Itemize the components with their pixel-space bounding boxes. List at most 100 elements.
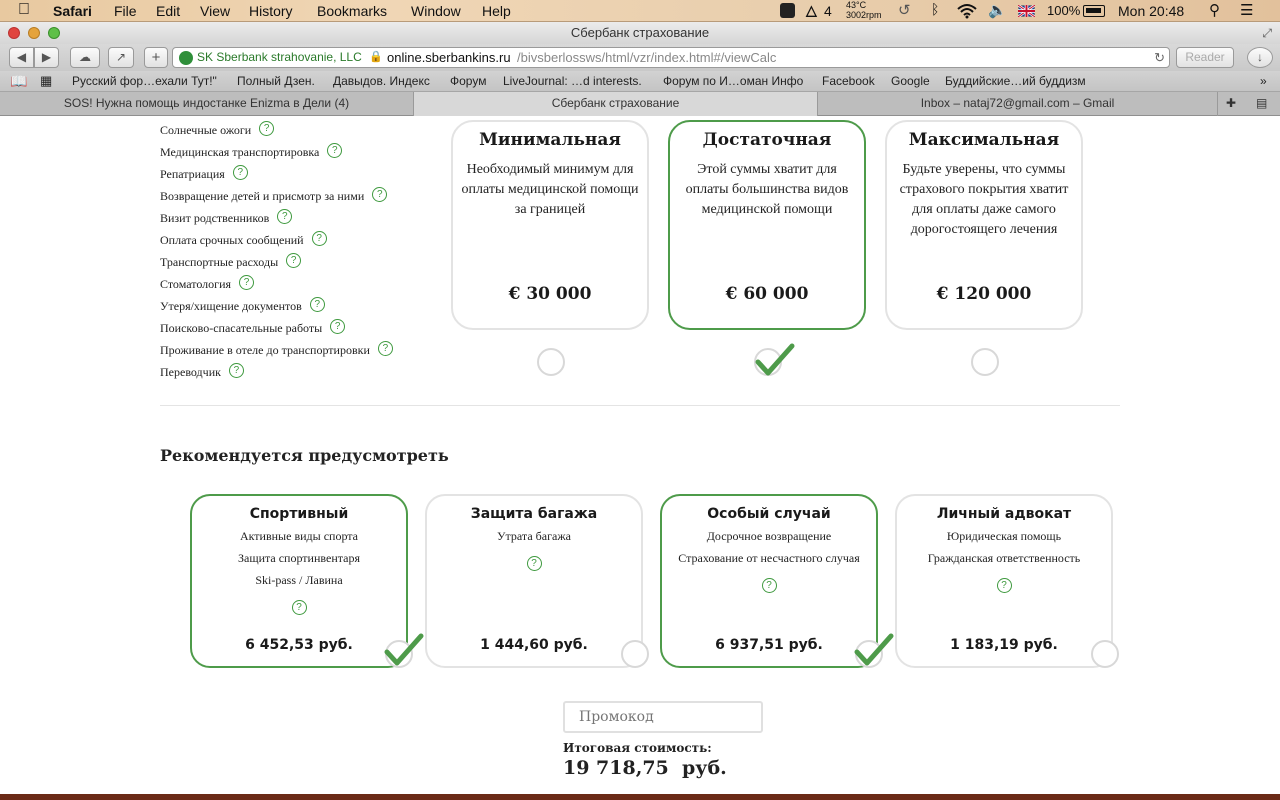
fullscreen-icon[interactable]: ⤢ — [1262, 22, 1272, 44]
time-machine-icon[interactable]: ↺ — [898, 1, 911, 19]
menu-edit[interactable]: Edit — [156, 3, 180, 19]
help-icon[interactable]: ? — [330, 319, 346, 334]
bookmark-item[interactable]: Буддийские…ий буддизм — [945, 71, 1086, 91]
tab-bar: SOS! Нужна помощь индостанке Enizma в Де… — [0, 92, 1280, 116]
cpu-temperature: 43°C — [846, 0, 867, 10]
total-value: 19 718,75 руб. — [563, 757, 727, 779]
bookmark-item[interactable]: Форум — [450, 71, 486, 91]
coverage-item: Переводчик? — [160, 363, 244, 380]
battery-icon[interactable] — [1083, 5, 1105, 17]
plan-description: Этой суммы хватит для оплаты большинства… — [685, 162, 849, 217]
menu-help[interactable]: Help — [482, 3, 511, 19]
top-sites-icon[interactable]: ▦ — [40, 71, 52, 91]
reader-button[interactable]: Reader — [1176, 47, 1234, 68]
help-icon[interactable]: ? — [291, 600, 307, 615]
bookmark-item[interactable]: Google — [891, 71, 930, 91]
help-icon[interactable]: ? — [259, 121, 275, 136]
menubar-clock[interactable]: Mon 20:48 — [1118, 3, 1184, 19]
plan-radio-minimal[interactable] — [537, 348, 565, 376]
help-icon[interactable]: ? — [239, 275, 255, 290]
option-card-special-case[interactable]: Особый случай Досрочное возвращение Стра… — [660, 494, 878, 668]
minimize-window-button[interactable] — [28, 27, 40, 39]
plan-card-maximal[interactable]: Максимальная Будьте уверены, что суммы с… — [885, 120, 1083, 330]
tab-overview-icon[interactable]: ▤ — [1256, 92, 1267, 115]
plan-card-minimal[interactable]: Минимальная Необходимый минимум для опла… — [451, 120, 649, 330]
bookmark-item[interactable]: Полный Дзен. — [237, 71, 315, 91]
notification-center-icon[interactable]: ☰ — [1240, 1, 1253, 19]
tab-gmail[interactable]: Inbox – nataj72@gmail.com – Gmail — [818, 92, 1218, 116]
battery-percent: 100% — [1047, 3, 1081, 18]
page-content: Солнечные ожоги? Медицинская транспортир… — [0, 116, 1280, 794]
tab-sberbank[interactable]: Сбербанк страхование — [414, 92, 818, 116]
option-card-lawyer[interactable]: Личный адвокат Юридическая помощь Гражда… — [895, 494, 1113, 668]
menu-view[interactable]: View — [200, 3, 230, 19]
help-icon[interactable]: ? — [372, 187, 388, 202]
help-icon[interactable]: ? — [526, 556, 542, 571]
wifi-icon[interactable] — [956, 3, 978, 19]
reload-icon[interactable]: ↻ — [1154, 48, 1165, 67]
bookmark-item[interactable]: Форум по И…оман Инфо — [663, 71, 803, 91]
plan-card-sufficient[interactable]: Достаточная Этой суммы хватит для оплаты… — [668, 120, 866, 330]
adobe-icon[interactable]: △ — [806, 2, 817, 19]
zoom-window-button[interactable] — [48, 27, 60, 39]
desktop-bottom-strip — [0, 794, 1280, 800]
help-icon[interactable]: ? — [327, 143, 343, 158]
help-icon[interactable]: ? — [286, 253, 302, 268]
help-icon[interactable]: ? — [277, 209, 293, 224]
help-icon[interactable]: ? — [377, 341, 393, 356]
option-price: 6 452,53 руб. — [245, 637, 353, 653]
menu-window[interactable]: Window — [411, 3, 461, 19]
help-icon[interactable]: ? — [761, 578, 777, 593]
option-card-sport[interactable]: Спортивный Активные виды спорта Защита с… — [190, 494, 408, 668]
help-icon[interactable]: ? — [996, 578, 1012, 593]
coverage-item: Солнечные ожоги? — [160, 121, 275, 138]
apple-icon[interactable]:  — [18, 1, 30, 19]
forward-button[interactable]: ▶ — [34, 47, 59, 68]
downloads-icon[interactable]: ↓ — [1247, 47, 1273, 68]
bookmark-item[interactable]: LiveJournal: …d interests. — [503, 71, 642, 91]
option-line: Защита спортинвентаря — [238, 551, 360, 565]
icloud-tabs-button[interactable]: ☁ — [70, 47, 100, 68]
help-icon[interactable]: ? — [232, 165, 248, 180]
close-window-button[interactable] — [8, 27, 20, 39]
tab-enizma[interactable]: SOS! Нужна помощь индостанке Enizma в Де… — [0, 92, 414, 116]
menu-bookmarks[interactable]: Bookmarks — [317, 3, 387, 19]
back-button[interactable]: ◀ — [9, 47, 34, 68]
site-identity[interactable]: SK Sberbank strahovanie, LLC — [197, 48, 362, 67]
help-icon[interactable]: ? — [228, 363, 244, 378]
lock-icon: 🔒 — [369, 51, 383, 63]
bookmark-item[interactable]: Давыдов. Индекс — [333, 71, 430, 91]
uk-flag-icon[interactable] — [1018, 5, 1035, 17]
address-bar[interactable]: SK Sberbank strahovanie, LLC 🔒 online.sb… — [172, 47, 1170, 68]
menu-app-name[interactable]: Safari — [53, 3, 92, 19]
help-icon[interactable]: ? — [311, 231, 327, 246]
help-icon[interactable]: ? — [309, 297, 325, 312]
bookmarks-overflow-icon[interactable]: » — [1260, 71, 1267, 91]
menu-file[interactable]: File — [114, 3, 137, 19]
plan-title: Достаточная — [702, 130, 832, 150]
reading-list-icon[interactable]: 📖 — [10, 71, 27, 91]
coverage-label: Транспортные расходы — [160, 255, 279, 269]
coverage-label: Солнечные ожоги — [160, 123, 252, 137]
option-title: Защита багажа — [470, 506, 598, 522]
browser-toolbar: ◀ ▶ ☁ ↗ + SK Sberbank strahovanie, LLC 🔒… — [0, 44, 1280, 71]
share-button[interactable]: ↗ — [108, 47, 134, 68]
volume-icon[interactable]: 🔈 — [988, 1, 1007, 19]
bookmark-item[interactable]: Русский фор…ехали Тут!" — [72, 71, 217, 91]
bluetooth-icon[interactable]: ᛒ — [931, 1, 939, 17]
menu-history[interactable]: History — [249, 3, 293, 19]
new-tab-button[interactable]: + — [144, 47, 168, 68]
evernote-icon[interactable] — [780, 3, 795, 18]
bookmark-item[interactable]: Facebook — [822, 71, 875, 91]
option-price: 6 937,51 руб. — [715, 637, 823, 653]
new-tab-icon[interactable]: ✚ — [1226, 92, 1236, 115]
spotlight-search-icon[interactable]: ⚲ — [1209, 1, 1220, 19]
option-radio-baggage[interactable] — [621, 640, 649, 668]
adobe-update-count: 4 — [824, 3, 832, 19]
promo-code-input[interactable] — [563, 701, 763, 733]
plan-radio-maximal[interactable] — [971, 348, 999, 376]
option-radio-lawyer[interactable] — [1091, 640, 1119, 668]
option-line: Страхование от несчастного случая — [678, 551, 860, 565]
total-label: Итоговая стоимость: — [563, 741, 712, 755]
option-card-baggage[interactable]: Защита багажа Утрата багажа ? 1 444,60 р… — [425, 494, 643, 668]
